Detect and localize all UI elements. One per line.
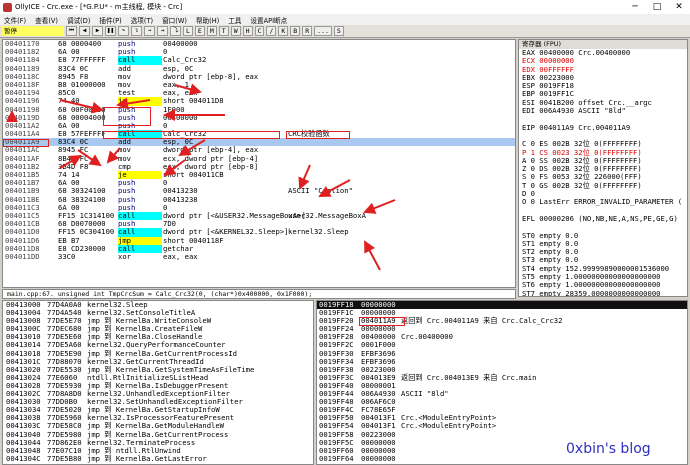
tb-handles[interactable]: H [242, 26, 253, 36]
menu-file[interactable]: 文件(F) [4, 15, 26, 25]
info-bar: main.cpp:67. unsigned int TmpCrcSum = Ca… [2, 289, 516, 299]
title-bar: OllyICE - Crc.exe - [*G.P.U* - m主线程, 模块 … [0, 0, 690, 14]
disassembly-pane[interactable]: 00401170 68 0000400 push 00400000 00401182 6A… [2, 39, 516, 288]
register-row[interactable]: EIP 004011A9 Crc.004011A9 [519, 123, 687, 132]
disasm-row[interactable]: 004011B2 3B4D F8 cmp ecx, dword ptr [ebp-8] [3, 162, 515, 171]
menu-tools[interactable]: 工具 [228, 15, 241, 25]
tb-source[interactable]: S [333, 26, 344, 36]
menu-bar: 文件(F) 查看(V) 调试(D) 插件(P) 选项(T) 窗口(W) 帮助(H… [0, 14, 690, 25]
tb-runtrace[interactable]: ... [314, 26, 332, 36]
tb-callstack[interactable]: K [278, 26, 289, 36]
menu-options[interactable]: 选项(T) [131, 15, 153, 25]
menu-help[interactable]: 帮助(H) [196, 15, 219, 25]
disasm-address: 004011DD [5, 251, 40, 261]
disasm-row[interactable]: 0040119D 68 00004000 push 00400000 [3, 112, 515, 122]
register-row[interactable]: EFL 00000206 (NO,NB,NE,A,NS,PE,GE,G) [519, 214, 687, 223]
blog-watermark: 0xbin's blog [566, 441, 651, 457]
maximize-button[interactable]: □ [646, 0, 668, 14]
stack-address: 0019FF64 [319, 453, 354, 463]
toolbar: 暂停 ⏮ ◀ ▶ ❚❚ ↷ ↴ → ⇥ ⤵ L E M T W H C / K … [0, 25, 690, 38]
disasm-row[interactable]: 004011B5 74 14 je short 004011CB [3, 170, 515, 180]
menu-debug[interactable]: 调试(D) [67, 15, 90, 25]
dump-address: 0041304C [6, 453, 41, 463]
stack-comment: 返回到 Crc.004011A9 来自 Crc.Calc_Crc32 [401, 316, 563, 326]
dump-value: 77DE5B80 [47, 453, 82, 463]
disasm-row[interactable]: 004011D0 FF15 0C304100 call dword ptr [<&KE… [3, 227, 515, 237]
trace-into-button[interactable]: → [144, 26, 155, 36]
tb-memory[interactable]: M [206, 26, 217, 36]
register-row[interactable]: O 0 LastErr ERROR_INVALID_PARAMETER ( [519, 198, 687, 207]
tb-references[interactable]: R [302, 26, 313, 36]
trace-over-button[interactable]: ⇥ [157, 26, 168, 36]
run-button[interactable]: ▶ [92, 26, 103, 36]
disasm-row[interactable]: 004011D8 E8 CD230000 call getchar [3, 244, 515, 253]
disasm-operands: eax, eax [163, 251, 198, 261]
disasm-comment: user32.MessageBoxA [288, 210, 366, 220]
tb-breakpoints[interactable]: B [290, 26, 301, 36]
minimize-button[interactable]: ─ [624, 0, 646, 14]
tb-cpu[interactable]: C [254, 26, 265, 36]
window-title: OllyICE - Crc.exe - [*G.P.U* - m主线程, 模块 … [15, 3, 183, 11]
disasm-comment: kernel32.Sleep [288, 227, 349, 237]
dump-row[interactable]: 0041304C 77DE5B80 jmp 到 KernelBa.GetLastEr… [3, 453, 313, 463]
menu-plugins[interactable]: 插件(P) [99, 15, 121, 25]
close-button[interactable]: ✕ [668, 0, 690, 14]
step-over-button[interactable]: ↴ [131, 26, 142, 36]
disasm-row[interactable]: 0040118F B8 01000000 mov eax, 1 [3, 80, 515, 89]
disasm-row[interactable]: 004011BE 68 38324100 push 00413238 [3, 194, 515, 204]
restart-button[interactable]: ⏮ [66, 26, 77, 36]
menu-window[interactable]: 窗口(W) [162, 15, 187, 25]
execute-till-return-button[interactable]: ⤵ [170, 26, 181, 36]
stack-comment: 返回到 Crc.004013E9 来自 Crc.main [401, 372, 537, 382]
disasm-operands: short 004011CB [163, 170, 224, 179]
disasm-row[interactable]: 00401194 85C0 test eax, eax [3, 88, 515, 97]
return-address-box [3, 139, 49, 147]
disasm-row[interactable]: 00401170 68 0000400 push 00400000 [3, 40, 515, 48]
tb-modules[interactable]: E [194, 26, 205, 36]
disasm-operands: dword ptr [<&USER32.MessageBoxA>] [163, 210, 306, 220]
tb-log[interactable]: L [183, 26, 193, 36]
tb-patches[interactable]: / [266, 26, 277, 36]
tb-threads[interactable]: T [218, 26, 229, 36]
disasm-hex: 33C0 [58, 251, 76, 261]
registers-pane[interactable]: 寄存器 (FPU) EAX 00400000 Crc.00400000 ECX 0… [518, 39, 688, 297]
disasm-comment: ASCII "Caption" [288, 186, 353, 196]
disasm-operands: 00400000 [163, 112, 198, 122]
dump-comment: jmp 到 KernelBa.GetLastError [87, 453, 207, 463]
crc-comment-box [286, 131, 350, 139]
menu-view[interactable]: 查看(V) [35, 15, 58, 25]
step-into-button[interactable]: ↷ [118, 26, 129, 36]
stack-comment: Crc.<ModuleEntryPoint> [401, 421, 497, 431]
call-crc-box [103, 131, 280, 139]
register-row[interactable]: EDI 006A4930 ASCII "8ld" [519, 106, 687, 115]
tb-windows[interactable]: W [230, 26, 241, 36]
menu-api-breakpoint[interactable]: 设置API断点 [250, 15, 287, 25]
disasm-row[interactable]: 004011DD 33C0 xor eax, eax [3, 251, 515, 261]
pause-button[interactable]: ❚❚ [105, 26, 116, 36]
register-row[interactable]: ST7 empty 28359.0000000000000000 [519, 289, 687, 296]
debug-state-label: 暂停 [2, 26, 64, 36]
app-icon [3, 2, 12, 12]
stack-comment: ASCII "8ld" [401, 389, 449, 399]
stop-button[interactable]: ◀ [79, 26, 90, 36]
disasm-operands: 00413238 [163, 194, 198, 204]
memory-dump-pane[interactable]: 00413000 77D4A0A0 kernel32.Sleep 00413004 77… [2, 300, 314, 465]
stack-comment: Crc.00400000 [401, 332, 453, 342]
push-args-box [103, 107, 151, 126]
disasm-mnemonic: xor [118, 251, 131, 261]
stack-value: 00000000 [361, 453, 396, 463]
register-row[interactable]: T 0 GS 002B 32位 0(FFFFFFFF) [519, 181, 687, 190]
disasm-operands: 00400000 [163, 39, 198, 48]
